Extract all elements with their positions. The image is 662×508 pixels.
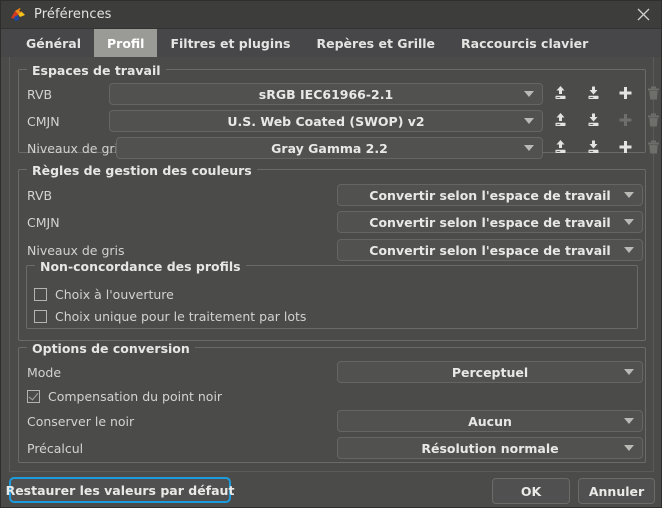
workspace-gris-download-icon[interactable] (585, 139, 602, 156)
tab-general[interactable]: Général (13, 29, 94, 57)
chevron-down-icon (524, 91, 534, 97)
chevron-down-icon (624, 219, 634, 225)
chevron-down-icon (624, 445, 634, 451)
tab-reperes-grille[interactable]: Repères et Grille (304, 29, 449, 57)
combo-precalcul-value: Résolution normale (421, 440, 559, 456)
ok-button[interactable]: OK (492, 478, 570, 504)
combo-precalcul[interactable]: Résolution normale (337, 437, 643, 459)
workspace-rvb-upload-icon[interactable] (552, 85, 569, 102)
combo-rule-cmjn-value: Convertir selon l'espace de travail (369, 214, 611, 230)
combo-workspace-rvb[interactable]: sRGB IEC61966-2.1 (109, 83, 543, 105)
label-rule-rvb: RVB (27, 188, 53, 203)
tab-content-panel: Espaces de travail RVB sRGB IEC61966-2.1 (9, 57, 659, 472)
combo-conserver-le-noir[interactable]: Aucun (337, 410, 643, 432)
chevron-down-icon (524, 145, 534, 151)
dialog-footer: Restaurer les valeurs par défaut OK Annu… (1, 472, 661, 507)
label-conserver-le-noir: Conserver le noir (27, 414, 135, 429)
workspace-gris-trash-icon (645, 139, 661, 156)
checkbox-label-compensation-point-noir: Compensation du point noir (48, 389, 223, 404)
group-title-non-concordance-profils: Non-concordance des profils (35, 259, 246, 274)
chevron-down-icon (624, 247, 634, 253)
label-rule-cmjn: CMJN (27, 215, 60, 230)
checkbox-box-choix-ouverture[interactable] (34, 288, 47, 301)
checkbox-compensation-point-noir[interactable]: Compensation du point noir (27, 389, 222, 404)
preferences-dialog: Préférences Général Profil Filtres et pl… (0, 0, 662, 508)
workspace-gris-plus-icon[interactable] (617, 139, 634, 156)
workspace-cmjn-upload-icon[interactable] (552, 112, 569, 129)
title-bar: Préférences (1, 1, 661, 29)
combo-workspace-rvb-value: sRGB IEC61966-2.1 (258, 86, 394, 102)
combo-workspace-cmjn-value: U.S. Web Coated (SWOP) v2 (227, 113, 425, 129)
cancel-button[interactable]: Annuler (578, 478, 655, 504)
tab-profil[interactable]: Profil (94, 29, 158, 57)
label-rule-gris: Niveaux de gris (27, 243, 125, 258)
combo-rule-rvb[interactable]: Convertir selon l'espace de travail (337, 184, 643, 206)
tab-bar: Général Profil Filtres et plugins Repère… (1, 29, 661, 57)
combo-rule-cmjn[interactable]: Convertir selon l'espace de travail (337, 211, 643, 233)
checkbox-choix-ouverture[interactable]: Choix à l'ouverture (34, 287, 174, 302)
workspace-cmjn-plus-icon (617, 112, 634, 129)
chevron-down-icon (624, 192, 634, 198)
label-workspace-rvb: RVB (27, 87, 53, 102)
label-workspace-cmjn: CMJN (27, 114, 60, 129)
combo-rule-gris-value: Convertir selon l'espace de travail (369, 242, 611, 258)
workspace-rvb-trash-icon (645, 85, 661, 102)
combo-mode[interactable]: Perceptuel (337, 361, 643, 383)
combo-rule-gris[interactable]: Convertir selon l'espace de travail (337, 239, 643, 261)
workspace-cmjn-trash-icon (645, 112, 661, 129)
tab-raccourcis-clavier[interactable]: Raccourcis clavier (448, 29, 601, 57)
window-title: Préférences (34, 7, 112, 22)
label-precalcul: Précalcul (27, 441, 84, 456)
group-title-regles-gestion-couleurs: Règles de gestion des couleurs (27, 163, 257, 178)
workspace-cmjn-download-icon[interactable] (585, 112, 602, 129)
restore-defaults-button[interactable]: Restaurer les valeurs par défaut (6, 477, 234, 503)
label-mode: Mode (27, 365, 62, 380)
group-title-espaces-de-travail: Espaces de travail (27, 63, 166, 78)
combo-workspace-gris-value: Gray Gamma 2.2 (271, 140, 388, 156)
workspace-rvb-download-icon[interactable] (585, 85, 602, 102)
combo-mode-value: Perceptuel (451, 364, 529, 380)
checkbox-box-choix-unique-lots[interactable] (34, 310, 47, 323)
chevron-down-icon (624, 369, 634, 375)
combo-rule-rvb-value: Convertir selon l'espace de travail (369, 187, 611, 203)
combo-workspace-cmjn[interactable]: U.S. Web Coated (SWOP) v2 (109, 110, 543, 132)
group-title-options-conversion: Options de conversion (27, 341, 195, 356)
combo-conserver-le-noir-value: Aucun (468, 413, 512, 429)
checkbox-label-choix-ouverture: Choix à l'ouverture (55, 287, 174, 302)
chevron-down-icon (524, 118, 534, 124)
workspace-rvb-plus-icon[interactable] (617, 85, 634, 102)
checkbox-box-compensation-point-noir[interactable] (27, 390, 40, 403)
checkbox-choix-unique-lots[interactable]: Choix unique pour le traitement par lots (34, 309, 306, 324)
tab-filtres-plugins[interactable]: Filtres et plugins (157, 29, 303, 57)
chevron-down-icon (624, 418, 634, 424)
label-workspace-gris: Niveaux de gris (27, 141, 125, 156)
combo-workspace-gris[interactable]: Gray Gamma 2.2 (116, 137, 543, 159)
workspace-gris-upload-icon[interactable] (552, 139, 569, 156)
checkbox-label-choix-unique-lots: Choix unique pour le traitement par lots (55, 309, 307, 324)
close-icon[interactable] (623, 1, 661, 28)
bird-logo-icon (9, 6, 27, 24)
